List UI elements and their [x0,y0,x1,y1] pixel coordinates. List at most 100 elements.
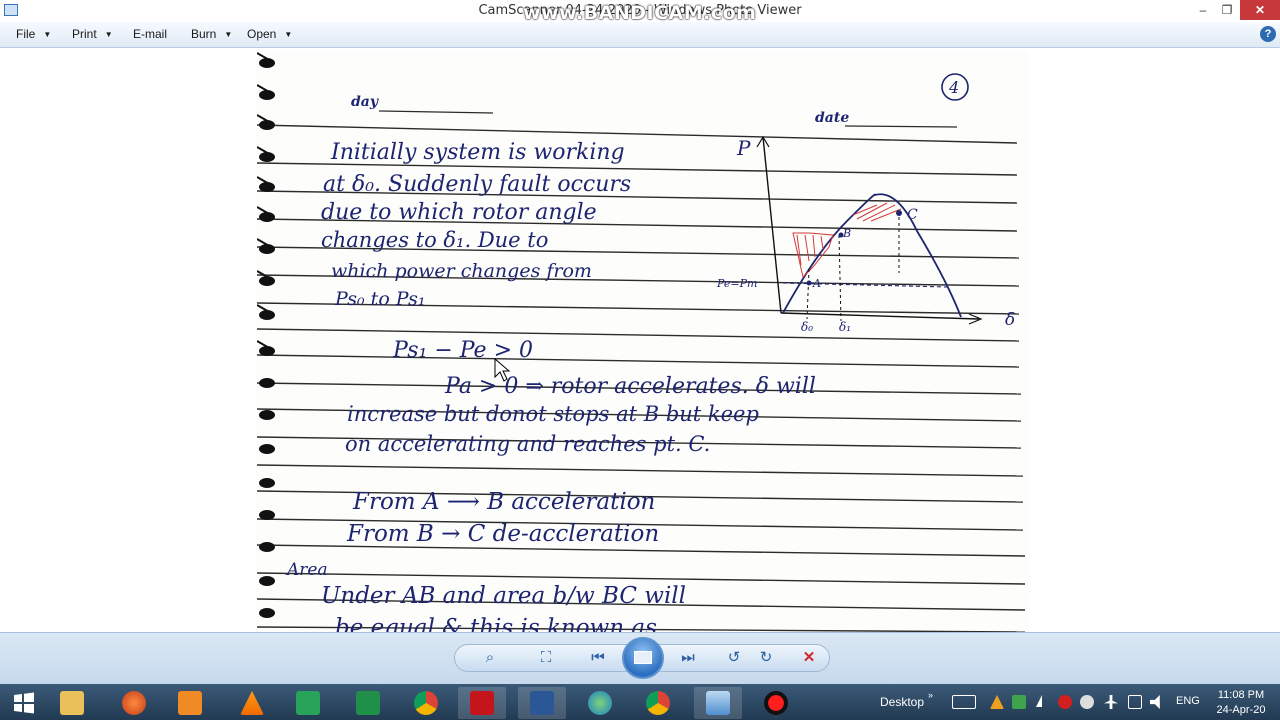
show-hidden-icons-icon[interactable] [1036,695,1042,707]
close-button[interactable]: ✕ [1240,0,1280,20]
keyboard-icon[interactable] [952,695,976,709]
next-button[interactable]: ⏭ [676,647,700,669]
delete-button[interactable]: ✕ [797,647,821,669]
rotate-ccw-button[interactable]: ↺ [722,647,746,669]
taskbar: Desktop » ENG 11:08 PM 24-Apr-20 [0,684,1280,720]
clock-date: 24-Apr-20 [1216,704,1266,716]
taskbar-bandicam[interactable] [752,687,800,719]
taskbar-clock[interactable]: 11:08 PM 24-Apr-20 [1208,688,1274,718]
graph-x-axis [780,312,980,320]
graph-label-c: C [907,207,918,223]
chevron-down-icon: ▼ [104,30,113,39]
header-date: date [815,110,849,126]
ccleaner-icon [122,691,146,715]
chevron-down-icon: ▼ [43,30,52,39]
toolbar-expand-icon[interactable]: » [928,690,933,700]
graph-tick-d0: δ₀ [801,320,813,334]
camscanner-icon [296,691,320,715]
taskbar-vlc[interactable] [228,687,276,719]
maximize-button[interactable]: ❐ [1212,0,1242,20]
viewer-control-bar: ⌕ ⛶ ⏮ ⏭ ↺ ↻ ✕ [0,632,1280,684]
note-line-10: From B → C de-accleration [346,521,659,547]
vlc-tray-icon[interactable] [990,695,1004,709]
graph-y-axis [762,136,782,314]
note-line-9: From A ⟶ B acceleration [352,489,655,515]
battery-icon[interactable] [1128,695,1142,709]
note-area-label: Area [285,560,328,580]
rotate-cw-button[interactable]: ↻ [754,647,778,669]
menu-burn-label: Burn [191,27,217,41]
taskbar-globe-app[interactable] [576,687,624,719]
menu-email-label: E-mail [133,27,168,41]
taskbar-file-explorer[interactable] [48,687,96,719]
language-indicator[interactable]: ENG [1176,695,1200,707]
menu-email[interactable]: E-mail [133,27,167,41]
word-icon [530,691,554,715]
record-icon [764,691,788,715]
graph-point-a [806,280,812,286]
graph-label-b: B [842,227,851,240]
slideshow-button[interactable] [622,637,664,679]
menu-bar: File ▼ Print ▼ E-mail Burn ▼ Open ▼ ? [0,22,1280,48]
vlc-cone-icon [240,691,264,715]
taskbar-word[interactable] [518,687,566,719]
taskbar-excel[interactable] [344,687,392,719]
taskbar-ccleaner[interactable] [110,687,158,719]
equation-2: Pa > 0 ⇒ rotor accelerates. δ will [444,374,816,399]
note-line-4: changes to δ₁. Due to [321,228,548,252]
note-line-1: Initially system is working [330,140,625,165]
page-number: 4 [948,78,959,97]
taskbar-media-player[interactable] [166,687,214,719]
globe-icon [588,691,612,715]
menu-open[interactable]: Open ▼ [247,27,292,41]
excel-icon [356,691,380,715]
windows-logo-icon [14,692,34,714]
start-button[interactable] [0,687,48,719]
notebook-page: day date 4 Initially system is working a… [257,51,1029,632]
security-tray-icon[interactable] [1012,695,1026,709]
header-day: day [351,94,379,110]
airplane-mode-icon[interactable] [1104,695,1118,709]
taskbar-camscanner[interactable] [284,687,332,719]
notebook-page-drawing: day date 4 Initially system is working a… [257,52,1026,632]
graph-point-c [896,210,902,216]
note-line-2: at δ₀. Suddenly fault occurs [323,172,631,197]
note-line-5: which power changes from [331,260,592,282]
actual-size-button[interactable]: ⛶ [534,647,558,669]
chrome-icon [414,691,438,715]
taskbar-chrome[interactable] [402,687,450,719]
note-line-7: increase but donot stops at B but keep [347,402,759,426]
menu-file[interactable]: File ▼ [16,27,51,41]
chrome-icon [646,691,670,715]
spiral-holes [259,58,275,618]
graph-label-a: A [812,277,821,290]
menu-burn[interactable]: Burn ▼ [191,27,232,41]
sync-tray-icon[interactable] [1080,695,1094,709]
taskbar-photo-viewer[interactable] [694,687,742,719]
previous-button[interactable]: ⏮ [586,647,610,669]
record-tray-icon[interactable] [1058,695,1072,709]
zoom-button[interactable]: ⌕ [478,647,502,669]
note-line-6: Ps₀ to Ps₁ [334,288,425,310]
media-player-icon [178,691,202,715]
note-line-8: on accelerating and reaches pt. C. [345,432,710,456]
desktop-toolbar-label[interactable]: Desktop [880,695,924,709]
graph-pe-label: Pe=Pm [716,277,757,290]
taskbar-acrobat[interactable] [458,687,506,719]
graph-x-label: δ [1005,310,1015,330]
equation-1: Ps₁ − Pe > 0 [392,338,533,363]
menu-open-label: Open [247,27,277,41]
taskbar-chrome-2[interactable] [634,687,682,719]
menu-print[interactable]: Print ▼ [72,27,113,41]
slideshow-icon [634,651,652,664]
graph-tick-d1: δ₁ [839,320,851,334]
graph-y-label: P [736,136,751,160]
menu-print-label: Print [72,27,97,41]
volume-icon[interactable] [1150,695,1160,709]
image-viewer: day date 4 Initially system is working a… [0,48,1280,632]
chevron-down-icon: ▼ [284,30,293,39]
help-icon[interactable]: ? [1260,26,1276,42]
menu-file-label: File [16,27,36,41]
title-bar: CamScanner 04-24-2020 - Windows Photo Vi… [0,0,1280,24]
note-line-11: Under AB and area b/w BC will [321,583,686,609]
